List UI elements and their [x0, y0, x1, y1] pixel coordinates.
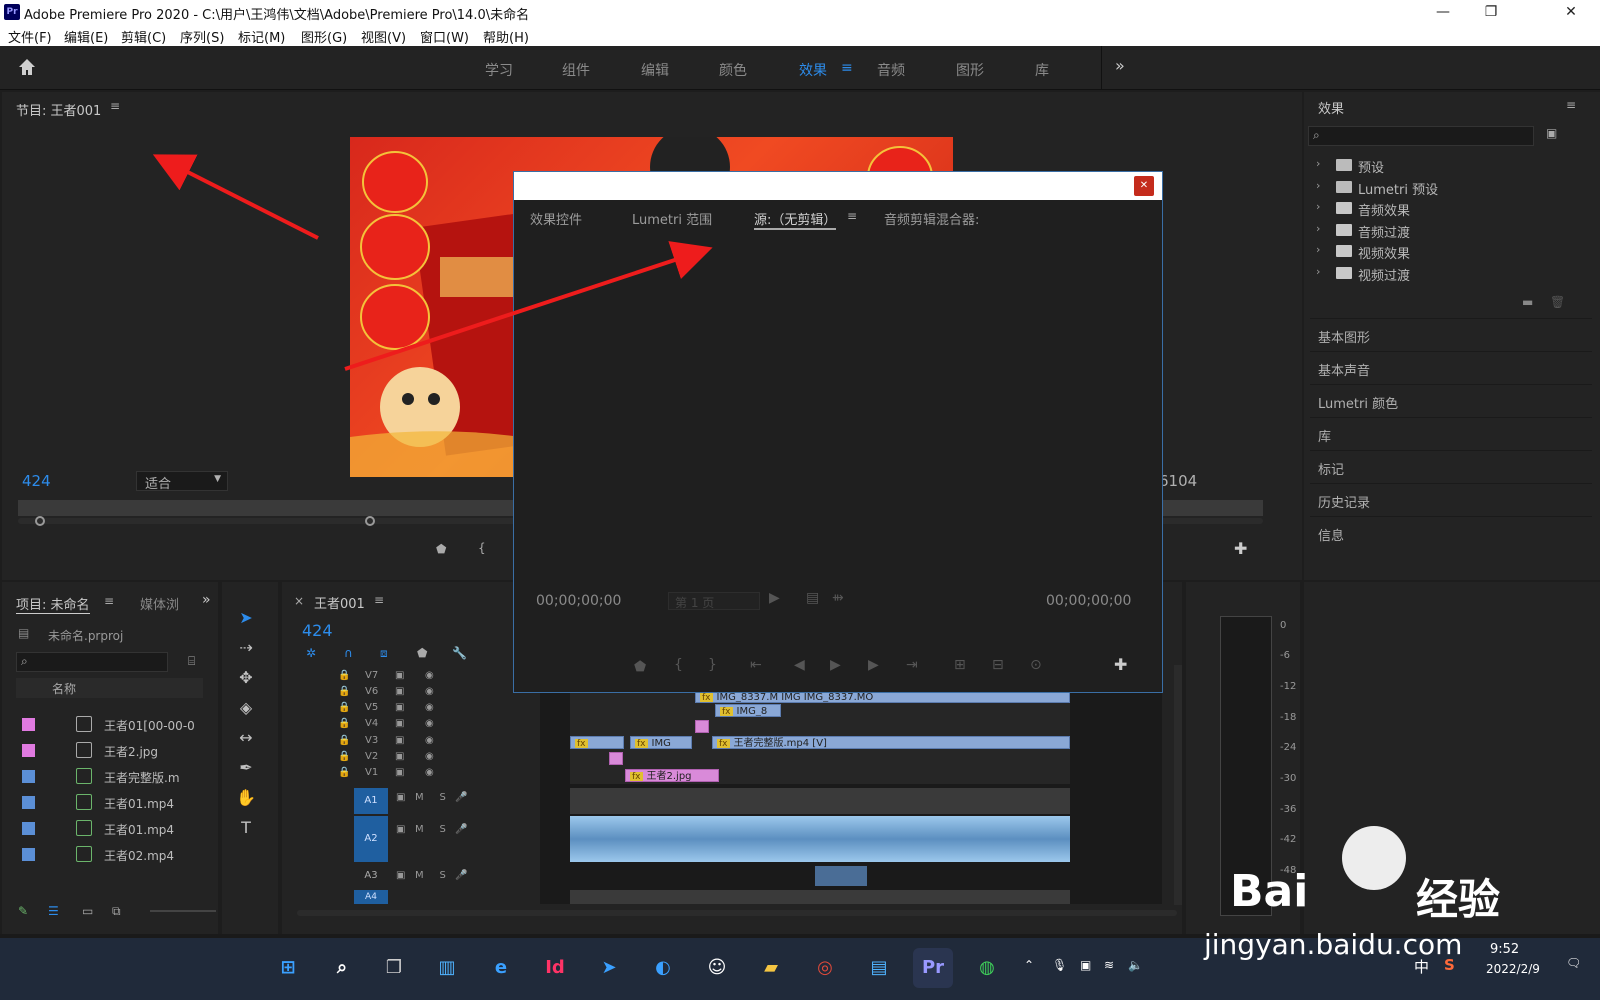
search-icon[interactable]: ⌕: [322, 948, 362, 988]
red-arrow: [152, 154, 319, 240]
chrome-icon[interactable]: ◎: [805, 948, 845, 988]
browser-icon[interactable]: e: [481, 948, 521, 988]
paw-icon: [1342, 826, 1406, 890]
file-explorer-icon[interactable]: ▰: [751, 948, 791, 988]
premiere-taskbar-icon[interactable]: Pr: [913, 948, 953, 988]
tray-chevron-icon[interactable]: ⌃: [1024, 958, 1034, 972]
camera-icon[interactable]: ▣: [1080, 958, 1091, 972]
qq-icon[interactable]: ☺: [697, 948, 737, 988]
watermark-url: jingyan.baidu.com: [1204, 928, 1463, 961]
wifi-icon[interactable]: ≋: [1104, 958, 1114, 972]
watermark-brand: Bai: [1230, 866, 1309, 917]
wechat-icon[interactable]: ◍: [967, 948, 1007, 988]
notepad-icon[interactable]: ▤: [859, 948, 899, 988]
baidu-watermark: Bai 经验 jingyan.baidu.com: [1204, 820, 1600, 970]
messenger-icon[interactable]: ➤: [589, 948, 629, 988]
widgets-icon[interactable]: ▥: [427, 948, 467, 988]
watermark-brand-2: 经验: [1416, 875, 1501, 924]
microphone-icon[interactable]: 🎙: [1052, 958, 1067, 972]
indesign-icon[interactable]: Id: [535, 948, 575, 988]
task-view-icon[interactable]: ❐: [374, 948, 414, 988]
volume-icon[interactable]: 🔈: [1128, 958, 1143, 972]
start-icon[interactable]: ⊞: [268, 948, 308, 988]
video-app-icon[interactable]: ◐: [643, 948, 683, 988]
red-arrow: [344, 241, 713, 371]
